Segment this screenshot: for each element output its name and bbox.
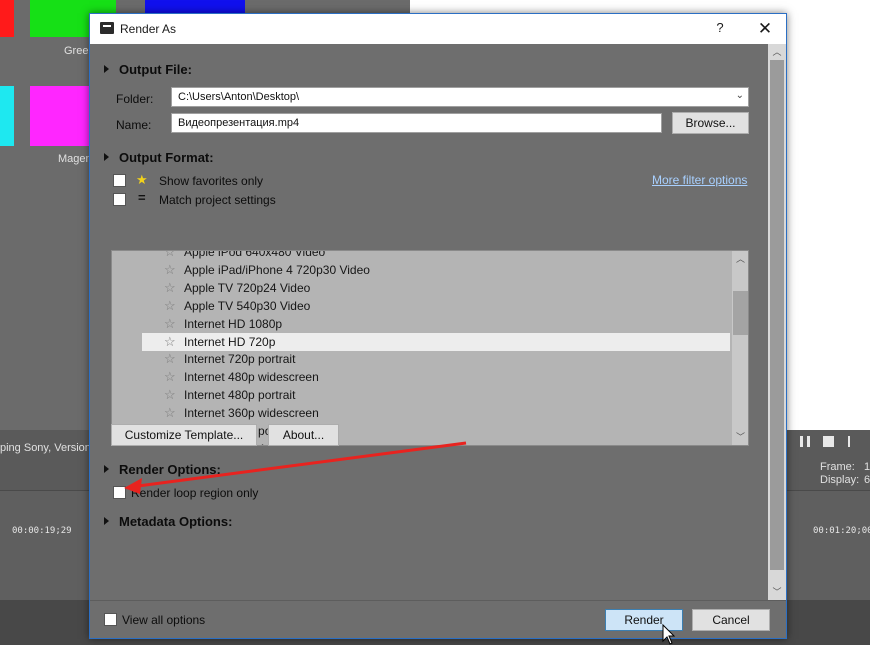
annotation-layer — [124, 441, 676, 645]
red-arrow-head — [124, 478, 142, 494]
red-arrow-line — [137, 441, 467, 488]
mouse-cursor-icon — [662, 623, 676, 645]
